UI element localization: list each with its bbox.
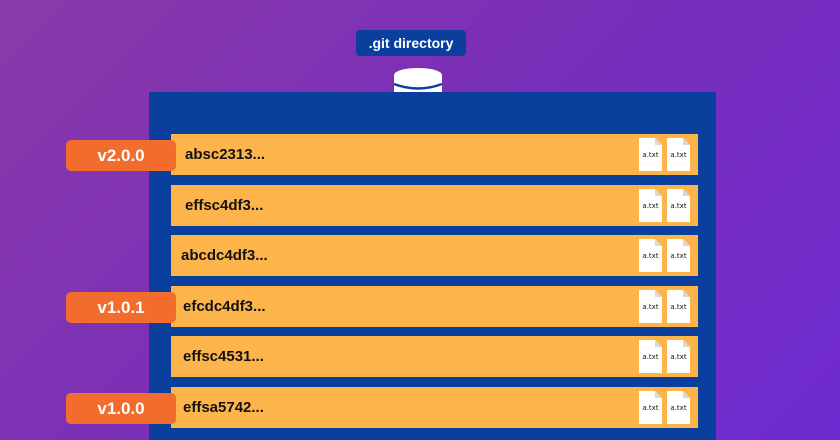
file-icon: a.txt: [667, 340, 690, 373]
file-icon: a.txt: [667, 239, 690, 272]
git-directory-label: .git directory: [356, 30, 466, 56]
file-list: a.txt a.txt: [639, 340, 690, 373]
file-list: a.txt a.txt: [639, 189, 690, 222]
file-icon: a.txt: [667, 391, 690, 424]
file-list: a.txt a.txt: [639, 138, 690, 171]
version-tag: v2.0.0: [66, 140, 176, 171]
commit-hash: effsc4df3...: [185, 197, 264, 214]
file-list: a.txt a.txt: [639, 290, 690, 323]
commit-hash: absc2313...: [185, 146, 266, 163]
commit-row: effsc4df3... a.txt a.txt: [171, 185, 698, 226]
file-icon: a.txt: [667, 189, 690, 222]
file-icon: a.txt: [639, 290, 662, 323]
commit-row: abcdc4df3... a.txt a.txt: [171, 235, 698, 276]
file-list: a.txt a.txt: [639, 239, 690, 272]
commit-hash: effsa5742...: [183, 399, 264, 416]
commit-row: absc2313... a.txt a.txt: [171, 134, 698, 175]
file-icon: a.txt: [639, 391, 662, 424]
file-icon: a.txt: [667, 138, 690, 171]
file-icon: a.txt: [639, 239, 662, 272]
version-tag: v1.0.0: [66, 393, 176, 424]
commit-hash: effsc4531...: [183, 348, 264, 365]
file-icon: a.txt: [639, 189, 662, 222]
version-tag: v1.0.1: [66, 292, 176, 323]
file-list: a.txt a.txt: [639, 391, 690, 424]
file-icon: a.txt: [667, 290, 690, 323]
commit-row: efcdc4df3... a.txt a.txt: [171, 286, 698, 327]
commit-hash: efcdc4df3...: [183, 298, 266, 315]
commit-row: effsc4531... a.txt a.txt: [171, 336, 698, 377]
file-icon: a.txt: [639, 340, 662, 373]
file-icon: a.txt: [639, 138, 662, 171]
commit-row: effsa5742... a.txt a.txt: [171, 387, 698, 428]
commit-hash: abcdc4df3...: [181, 247, 268, 264]
